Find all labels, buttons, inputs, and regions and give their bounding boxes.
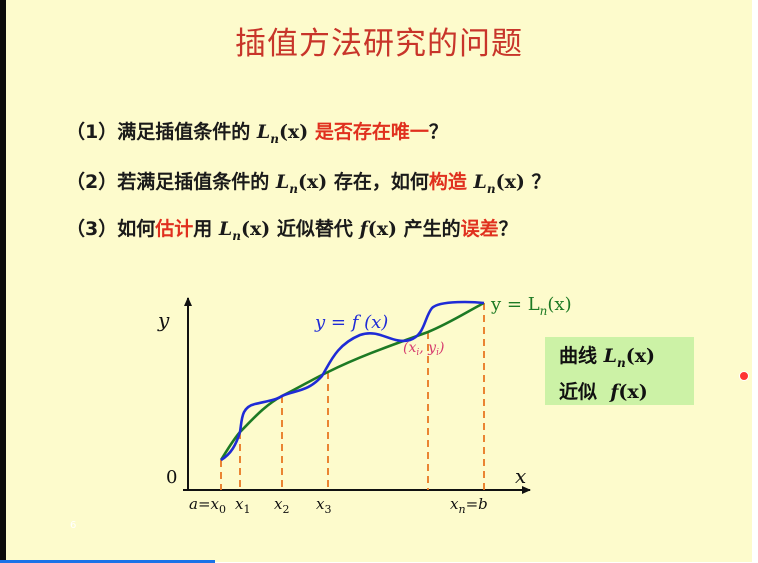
note-line-2: 近似 f(x) xyxy=(559,378,694,407)
L-label-arg: (x) xyxy=(547,294,571,315)
note-approx-word: 近似 xyxy=(559,380,611,403)
tick-label-x2: x2 xyxy=(274,495,289,516)
tick-x0-sub: 0 xyxy=(219,503,226,516)
point-label-open: (x xyxy=(403,340,416,356)
tick-xn-suffix: =b xyxy=(466,495,488,513)
tick-label-x1: x1 xyxy=(235,495,250,516)
slide-number: 6 xyxy=(70,520,77,531)
tick-x2-sub: 2 xyxy=(282,503,289,516)
point-label-mid: , y xyxy=(419,340,437,356)
origin-label: 0 xyxy=(166,467,177,488)
point-label: (xi, yi) xyxy=(403,340,444,358)
tick-x1-sub: 1 xyxy=(243,503,250,516)
note-L-arg: (x) xyxy=(625,345,656,367)
point-label-close: ) xyxy=(438,340,444,356)
note-curve-word: 曲线 xyxy=(559,345,604,367)
x-axis-label: x xyxy=(515,464,526,488)
f-curve-label: y = f (x) xyxy=(314,312,388,333)
laser-pointer-dot xyxy=(739,371,749,381)
interpolation-graph: y x 0 y = f (x) y = Ln(x) (xi, yi) a=x0 … xyxy=(157,294,572,516)
L-label-sub: n xyxy=(540,304,548,318)
y-axis-label: y xyxy=(157,308,170,332)
note-L: L xyxy=(603,345,617,367)
note-line-1: 曲线 Ln(x) xyxy=(559,342,694,378)
approximation-note: 曲线 Ln(x) 近似 f(x) xyxy=(545,337,694,405)
tick-x3-sub: 3 xyxy=(324,503,331,516)
L-curve-label: y = Ln(x) xyxy=(490,294,572,318)
tick-x0-text: a=x xyxy=(189,495,220,513)
tick-label-xn: xn=b xyxy=(450,495,488,516)
tick-xn-sub: n xyxy=(458,503,465,516)
note-L-sub: n xyxy=(616,355,626,370)
tick-label-x3: x3 xyxy=(316,495,331,516)
tick-label-x0: a=x0 xyxy=(189,495,226,516)
note-f-arg: (x) xyxy=(618,380,648,403)
L-label-main: y = L xyxy=(490,294,540,315)
